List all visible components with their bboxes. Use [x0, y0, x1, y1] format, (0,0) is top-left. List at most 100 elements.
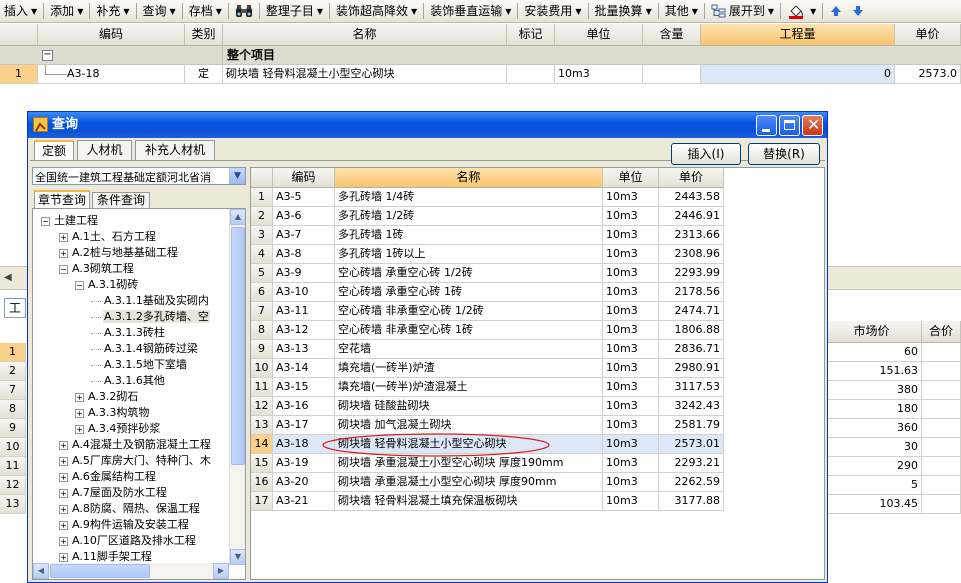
scroll-down-icon[interactable]: ▼: [230, 549, 245, 565]
list-row-code[interactable]: A3-9: [273, 264, 335, 283]
tree-node[interactable]: A.3.1.6其他: [91, 373, 166, 389]
list-row[interactable]: 6 A3-10 空心砖墙 承重空心砖 1砖 10m3 2178.56: [251, 283, 724, 302]
tree-node[interactable]: + A.3.2砌石: [75, 389, 139, 405]
list-row-price[interactable]: 2308.96: [659, 245, 724, 264]
list-row-unit[interactable]: 10m3: [603, 454, 659, 473]
list-row-code[interactable]: A3-12: [273, 321, 335, 340]
table-row[interactable]: 1 A3-18 定 砌块墙 轻骨料混凝土小型空心砌块 10m3 0 2573.0: [0, 65, 961, 85]
list-row-price[interactable]: 2313.66: [659, 226, 724, 245]
list-row[interactable]: 10 A3-14 填充墙(一砖半)炉渣 10m3 2980.91: [251, 359, 724, 378]
insert-menu[interactable]: 插入 ▼: [0, 1, 41, 22]
list-header-price[interactable]: 单价: [659, 168, 724, 188]
lower-row-price[interactable]: 360: [822, 419, 922, 438]
subtab-chapter[interactable]: 章节查询: [34, 190, 90, 208]
tree-hscrollbar[interactable]: ◀ ▶: [33, 563, 229, 579]
list-row-name[interactable]: 填充墙(一砖半)炉渣: [335, 359, 603, 378]
binoculars-icon[interactable]: [231, 1, 257, 22]
lower-row-price[interactable]: 30: [822, 438, 922, 457]
list-row-unit[interactable]: 10m3: [603, 264, 659, 283]
list-row[interactable]: 5 A3-9 空心砖墙 承重空心砖 1/2砖 10m3 2293.99: [251, 264, 724, 283]
scroll-right-icon[interactable]: ▶: [213, 563, 229, 579]
list-row-code[interactable]: A3-10: [273, 283, 335, 302]
list-row-price[interactable]: 3177.88: [659, 492, 724, 511]
expand-icon[interactable]: +: [59, 520, 68, 530]
lower-row-total[interactable]: [922, 343, 961, 362]
lower-row-total[interactable]: [922, 457, 961, 476]
list-row-code[interactable]: A3-7: [273, 226, 335, 245]
tree-node[interactable]: + A.3.3构筑物: [75, 405, 150, 421]
expand-icon[interactable]: +: [59, 552, 68, 562]
tree-node[interactable]: A.3.1.1基础及实砌内: [91, 293, 210, 309]
list-row-name[interactable]: 多孔砖墙 1砖: [335, 226, 603, 245]
list-row-price[interactable]: 2836.71: [659, 340, 724, 359]
row-code[interactable]: A3-18: [38, 65, 185, 84]
chevron-down-icon[interactable]: ▼: [229, 168, 245, 184]
list-row[interactable]: 16 A3-20 砌块墙 承重混凝土小型空心砌块 厚度90mm 10m3 226…: [251, 473, 724, 492]
list-row[interactable]: 11 A3-15 填充墙(一砖半)炉渣混凝土 10m3 3117.53: [251, 378, 724, 397]
lower-row-price[interactable]: 103.45: [822, 495, 922, 514]
list-row[interactable]: 4 A3-8 多孔砖墙 1砖以上 10m3 2308.96: [251, 245, 724, 264]
expand-icon[interactable]: +: [59, 248, 68, 258]
row-quantity[interactable]: 0: [701, 65, 895, 84]
list-row-unit[interactable]: 10m3: [603, 188, 659, 207]
add-menu[interactable]: 添加 ▼: [46, 1, 87, 22]
tree-node[interactable]: + A.4混凝土及钢筋混凝土工程: [59, 437, 212, 453]
row-type[interactable]: 定: [185, 65, 223, 84]
tree-vscrollbar[interactable]: ▲ ▼: [229, 209, 245, 565]
list-row-code[interactable]: A3-8: [273, 245, 335, 264]
lower-header-total[interactable]: 合价: [922, 321, 961, 343]
list-row-unit[interactable]: 10m3: [603, 340, 659, 359]
row-mark[interactable]: [507, 65, 555, 84]
tree-node[interactable]: + A.9构件运输及安装工程: [59, 517, 190, 533]
tree-node[interactable]: + A.10厂区道路及排水工程: [59, 533, 197, 549]
list-row-unit[interactable]: 10m3: [603, 226, 659, 245]
list-row[interactable]: 9 A3-13 空花墙 10m3 2836.71: [251, 340, 724, 359]
list-row-price[interactable]: 3242.43: [659, 397, 724, 416]
tidy-menu[interactable]: 整理子目 ▼: [262, 1, 327, 22]
batch-convert-menu[interactable]: 批量换算 ▼: [591, 1, 656, 22]
tree-node[interactable]: − 土建工程: [41, 213, 99, 229]
list-row-name[interactable]: 多孔砖墙 1/2砖: [335, 207, 603, 226]
list-row-name[interactable]: 空花墙: [335, 340, 603, 359]
list-row-code[interactable]: A3-11: [273, 302, 335, 321]
lower-row-total[interactable]: [922, 381, 961, 400]
tree-node[interactable]: + A.2桩与地基基础工程: [59, 245, 179, 261]
lower-row-total[interactable]: [922, 419, 961, 438]
list-row-unit[interactable]: 10m3: [603, 492, 659, 511]
header-content[interactable]: 含量: [643, 24, 701, 46]
archive-menu[interactable]: 存档 ▼: [185, 1, 226, 22]
collapse-icon[interactable]: −: [75, 280, 84, 290]
list-row-price[interactable]: 3117.53: [659, 378, 724, 397]
lower-row-price[interactable]: 151.63: [822, 362, 922, 381]
expand-icon[interactable]: +: [59, 536, 68, 546]
list-row-price[interactable]: 2573.01: [659, 435, 724, 454]
header-quantity[interactable]: 工程量: [701, 24, 895, 46]
subtab-condition[interactable]: 条件查询: [92, 192, 150, 208]
header-mark[interactable]: 标记: [507, 24, 555, 46]
list-row-price[interactable]: 2581.79: [659, 416, 724, 435]
list-row-price[interactable]: 1806.88: [659, 321, 724, 340]
collapse-toggle[interactable]: −: [42, 50, 53, 61]
list-row-name[interactable]: 空心砖墙 承重空心砖 1/2砖: [335, 264, 603, 283]
list-row-price[interactable]: 2980.91: [659, 359, 724, 378]
insert-button[interactable]: 插入(I): [671, 143, 741, 165]
list-row-price[interactable]: 2293.21: [659, 454, 724, 473]
tab-supplement-materials[interactable]: 补充人材机: [135, 140, 215, 160]
expand-icon[interactable]: +: [59, 456, 68, 466]
tree-node[interactable]: + A.7屋面及防水工程: [59, 485, 168, 501]
lower-header-market-price[interactable]: 市场价: [822, 321, 922, 343]
list-row-price[interactable]: 2443.58: [659, 188, 724, 207]
list-row-code[interactable]: A3-20: [273, 473, 335, 492]
lower-row-price[interactable]: 5: [822, 476, 922, 495]
tree-node[interactable]: + A.5厂库房大门、特种门、木: [59, 453, 212, 469]
list-row[interactable]: 17 A3-21 砌块墙 轻骨料混凝土填充保温板砌块 10m3 3177.88: [251, 492, 724, 511]
list-row-unit[interactable]: 10m3: [603, 435, 659, 454]
lower-row-price[interactable]: 180: [822, 400, 922, 419]
tree-node[interactable]: A.3.1.4钢筋砖过梁: [91, 341, 199, 357]
list-row-price[interactable]: 2262.59: [659, 473, 724, 492]
minimize-button[interactable]: [756, 115, 777, 136]
list-row-unit[interactable]: 10m3: [603, 473, 659, 492]
list-header-unit[interactable]: 单位: [603, 168, 659, 188]
expand-icon[interactable]: +: [59, 504, 68, 514]
list-row-name[interactable]: 多孔砖墙 1砖以上: [335, 245, 603, 264]
